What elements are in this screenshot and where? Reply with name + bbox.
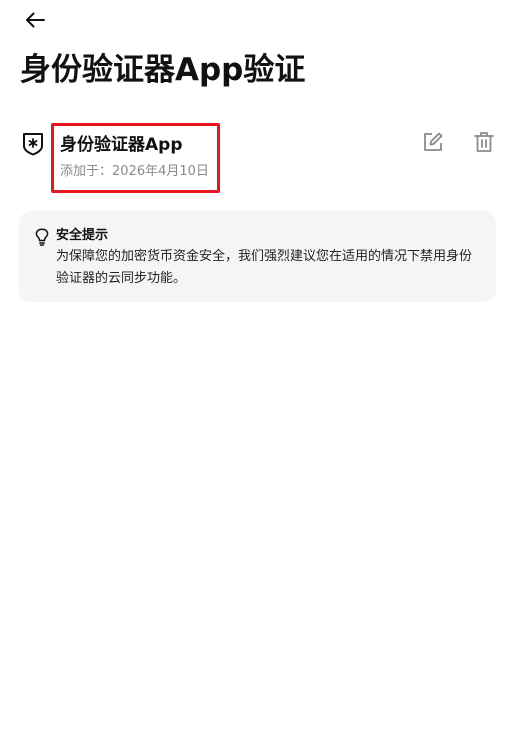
page-title: 身份验证器App验证 — [20, 52, 306, 88]
shield-asterisk-icon — [23, 133, 43, 156]
delete-button[interactable] — [472, 130, 496, 154]
authenticator-added-info: 添加于：2026年4月10日 — [60, 162, 209, 182]
authenticator-highlight-box: 身份验证器App 添加于：2026年4月10日 — [51, 123, 220, 193]
security-notice-card: 安全提示 为保障您的加密货币资金安全，我们强烈建议您在适用的情况下禁用身份验证器… — [19, 211, 496, 302]
back-button[interactable] — [20, 6, 50, 34]
authenticator-item: 身份验证器App 添加于：2026年4月10日 — [0, 122, 513, 198]
arrow-left-icon — [26, 12, 45, 28]
notice-title: 安全提示 — [56, 228, 109, 243]
trash-icon — [474, 132, 494, 152]
edit-button[interactable] — [421, 130, 445, 154]
notice-body: 为保障您的加密货币资金安全，我们强烈建议您在适用的情况下禁用身份验证器的云同步功… — [56, 249, 473, 286]
added-label: 添加于： — [60, 164, 113, 179]
authenticator-name: 身份验证器App — [60, 135, 183, 155]
screen: 身份验证器App验证 身份验证器App 添加于：2026年4月10日 安全提示 … — [0, 0, 513, 740]
lightbulb-icon — [35, 228, 49, 246]
added-date: 2026年4月10日 — [112, 164, 209, 179]
edit-pencil-icon — [424, 132, 443, 151]
